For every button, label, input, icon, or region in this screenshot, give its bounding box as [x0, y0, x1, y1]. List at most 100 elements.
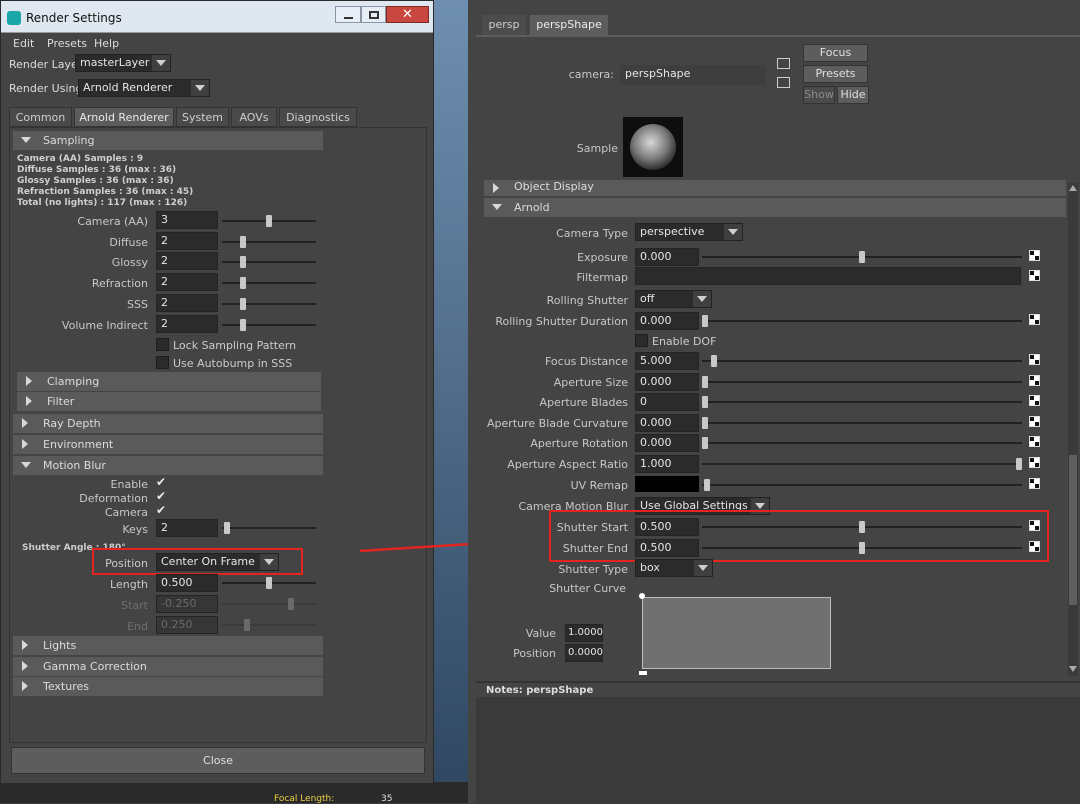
sampling-row-slider[interactable]: [222, 236, 316, 248]
section-filter[interactable]: Filter: [17, 392, 321, 411]
menu-help[interactable]: Help: [94, 37, 119, 50]
aperture-aspect-ratio-slider[interactable]: [702, 458, 1022, 470]
section-textures[interactable]: Textures: [13, 677, 323, 696]
rolling-shutter-duration-map-icon[interactable]: [1029, 314, 1040, 325]
deformation-check-icon[interactable]: ✔: [156, 490, 166, 502]
slider-handle[interactable]: [240, 236, 246, 248]
section-lights[interactable]: Lights: [13, 636, 323, 655]
sampling-row-field[interactable]: 2: [156, 315, 218, 333]
enable-dof-checkbox[interactable]: [635, 334, 648, 347]
presets-button[interactable]: Presets: [803, 65, 868, 83]
curve-value-field[interactable]: 1.0000: [565, 624, 603, 642]
rolling-shutter-dropdown[interactable]: off: [635, 290, 712, 308]
enable-check-icon[interactable]: ✔: [156, 476, 166, 488]
slider-handle[interactable]: [711, 355, 717, 367]
slider-handle[interactable]: [240, 298, 246, 310]
keys-slider[interactable]: [222, 522, 316, 534]
slider-handle[interactable]: [266, 215, 272, 227]
render-layer-dropdown[interactable]: masterLayer: [75, 54, 171, 72]
curve-point-handle[interactable]: [639, 593, 645, 599]
shutter-curve-graph[interactable]: [642, 597, 831, 669]
menu-presets[interactable]: Presets: [47, 37, 87, 50]
render-using-dropdown[interactable]: Arnold Renderer: [78, 79, 210, 97]
focus-button[interactable]: Focus: [803, 44, 868, 62]
attr-tab-persp[interactable]: persp: [482, 15, 526, 35]
tab-common[interactable]: Common: [9, 107, 72, 127]
exposure-field[interactable]: 0.000: [635, 248, 699, 266]
uv-remap-map-icon[interactable]: [1029, 478, 1040, 489]
show-button[interactable]: Show: [803, 86, 835, 104]
filtermap-field[interactable]: [635, 267, 1021, 285]
section-object-display[interactable]: Object Display: [484, 180, 1066, 196]
notes-textarea[interactable]: [476, 697, 1080, 803]
slider-handle[interactable]: [859, 251, 865, 263]
shutter-type-dropdown[interactable]: box: [635, 559, 713, 577]
sampling-row-field[interactable]: 2: [156, 232, 218, 250]
rolling-shutter-duration-slider[interactable]: [702, 315, 1022, 327]
close-window-button[interactable]: ✕: [386, 6, 429, 23]
tab-arnold-renderer[interactable]: Arnold Renderer: [74, 107, 174, 127]
menu-edit[interactable]: Edit: [13, 37, 34, 50]
aperture-aspect-ratio-field[interactable]: 1.000: [635, 455, 699, 473]
sampling-row-slider[interactable]: [222, 215, 316, 227]
autobump-checkbox[interactable]: [156, 356, 169, 369]
scroll-thumb[interactable]: [1069, 455, 1077, 605]
exposure-slider[interactable]: [702, 251, 1022, 263]
camera-node-field[interactable]: perspShape: [620, 65, 766, 85]
slider-handle[interactable]: [702, 376, 708, 388]
sampling-row-slider[interactable]: [222, 277, 316, 289]
slider-handle[interactable]: [266, 577, 272, 589]
rolling-shutter-duration-field[interactable]: 0.000: [635, 312, 699, 330]
hide-button[interactable]: Hide: [837, 86, 869, 104]
lock-sampling-checkbox[interactable]: [156, 338, 169, 351]
tab-aovs[interactable]: AOVs: [231, 107, 277, 127]
sampling-row-field[interactable]: 3: [156, 211, 218, 229]
uv-remap-swatch[interactable]: [635, 476, 699, 492]
length-field[interactable]: 0.500: [156, 574, 218, 592]
attr-scrollbar[interactable]: [1068, 183, 1078, 676]
focus-distance-slider[interactable]: [702, 355, 1022, 367]
uv-remap-slider[interactable]: [702, 479, 1022, 491]
sampling-row-slider[interactable]: [222, 298, 316, 310]
slider-handle[interactable]: [240, 319, 246, 331]
aperture-blades-slider[interactable]: [702, 396, 1022, 408]
slider-handle[interactable]: [702, 315, 708, 327]
camera-check-icon[interactable]: ✔: [156, 504, 166, 516]
camera-type-dropdown[interactable]: perspective: [635, 223, 743, 241]
slider-handle[interactable]: [224, 522, 230, 534]
section-gamma-correction[interactable]: Gamma Correction: [13, 657, 323, 676]
slider-handle[interactable]: [1016, 458, 1022, 470]
focus-distance-map-icon[interactable]: [1029, 354, 1040, 365]
aperture-size-map-icon[interactable]: [1029, 375, 1040, 386]
aperture-blades-field[interactable]: 0: [635, 393, 699, 411]
focus-distance-field[interactable]: 5.000: [635, 352, 699, 370]
sampling-row-field[interactable]: 2: [156, 294, 218, 312]
slider-handle[interactable]: [240, 256, 246, 268]
curve-position-field[interactable]: 0.0000: [565, 644, 603, 662]
aperture-size-field[interactable]: 0.000: [635, 373, 699, 391]
minimize-button[interactable]: [335, 6, 361, 23]
section-sampling[interactable]: Sampling: [13, 131, 323, 150]
aperture-rotation-map-icon[interactable]: [1029, 436, 1040, 447]
maximize-button[interactable]: [361, 6, 386, 23]
slider-handle[interactable]: [240, 277, 246, 289]
sampling-row-slider[interactable]: [222, 319, 316, 331]
slider-handle[interactable]: [704, 479, 710, 491]
attr-tab-perspshape[interactable]: perspShape: [530, 15, 608, 35]
exposure-map-icon[interactable]: [1029, 250, 1040, 261]
output-connection-icon[interactable]: [777, 77, 790, 88]
sampling-row-field[interactable]: 2: [156, 252, 218, 270]
section-arnold[interactable]: Arnold: [484, 198, 1066, 217]
length-slider[interactable]: [222, 577, 316, 589]
aperture-blade-curvature-slider[interactable]: [702, 417, 1022, 429]
section-ray-depth[interactable]: Ray Depth: [13, 414, 323, 433]
aperture-rotation-field[interactable]: 0.000: [635, 434, 699, 452]
curve-position-handle[interactable]: [639, 671, 647, 675]
slider-handle[interactable]: [702, 417, 708, 429]
filtermap-map-icon[interactable]: [1029, 270, 1040, 281]
scroll-up-icon[interactable]: [1069, 185, 1077, 191]
aperture-rotation-slider[interactable]: [702, 437, 1022, 449]
aperture-size-slider[interactable]: [702, 376, 1022, 388]
close-button[interactable]: Close: [11, 747, 425, 774]
slider-handle[interactable]: [702, 396, 708, 408]
